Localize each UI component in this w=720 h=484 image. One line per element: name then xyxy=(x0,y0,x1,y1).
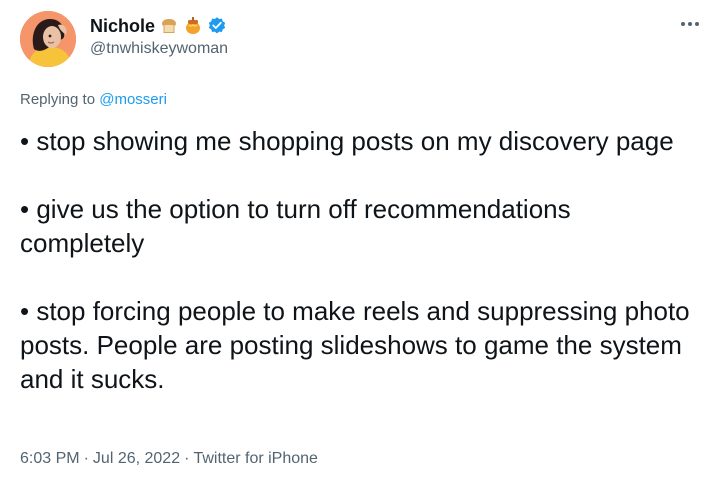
bread-icon xyxy=(159,16,179,36)
tweet-paragraph: • stop showing me shopping posts on my d… xyxy=(20,126,674,156)
avatar[interactable] xyxy=(20,11,76,67)
tweet-source-link[interactable]: Twitter for iPhone xyxy=(193,450,318,467)
avatar-icon xyxy=(20,11,76,67)
reply-mention-link[interactable]: @mosseri xyxy=(99,91,167,108)
verified-badge-icon xyxy=(207,16,227,36)
author-name-row: Nichole xyxy=(90,14,227,38)
tweet-time: 6:03 PM xyxy=(20,450,80,467)
tweet-paragraph: • stop forcing people to make reels and … xyxy=(20,296,690,394)
display-name[interactable]: Nichole xyxy=(90,16,155,37)
tweet-paragraph: • give us the option to turn off recomme… xyxy=(20,194,571,258)
tweet-time-link[interactable]: 6:03 PM · Jul 26, 2022 xyxy=(20,450,180,467)
more-options-icon[interactable] xyxy=(678,14,702,34)
tweet-card: Nichole @tnwhiskeywoman Replying to @mos… xyxy=(0,0,720,484)
replying-to-label: Replying to xyxy=(20,91,96,108)
meta-separator: · xyxy=(184,450,190,467)
author-handle[interactable]: @tnwhiskeywoman xyxy=(90,40,228,58)
honey-pot-icon xyxy=(183,16,203,36)
replying-to: Replying to @mosseri xyxy=(20,91,167,108)
meta-separator: · xyxy=(83,450,89,467)
tweet-date: Jul 26, 2022 xyxy=(92,450,181,467)
tweet-meta: 6:03 PM · Jul 26, 2022 · Twitter for iPhone xyxy=(20,450,318,468)
tweet-text: • stop showing me shopping posts on my d… xyxy=(20,124,700,396)
